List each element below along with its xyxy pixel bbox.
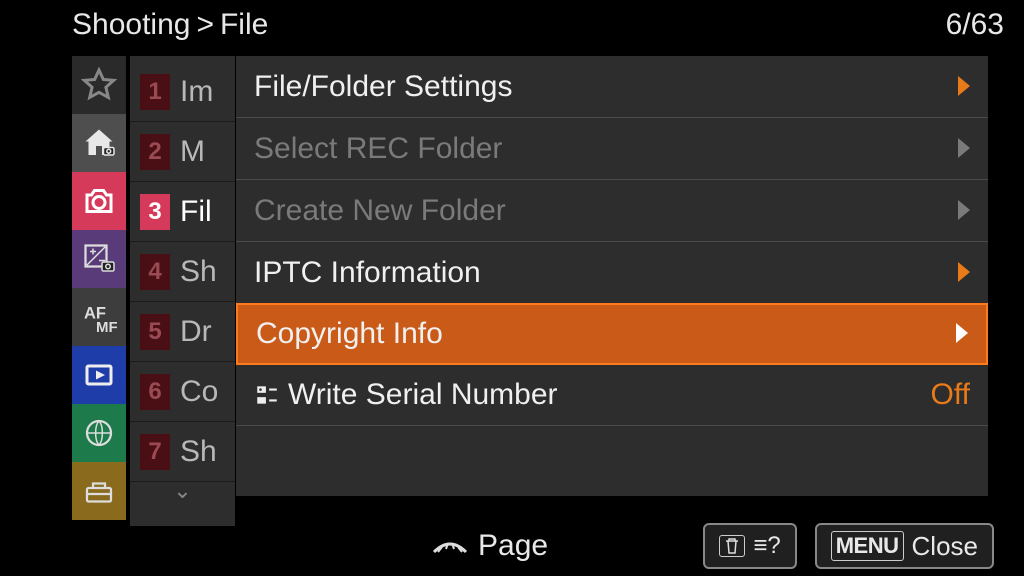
row-label: Write Serial Number xyxy=(288,378,558,412)
row-copyright-info[interactable]: Copyright Info xyxy=(236,303,988,365)
breadcrumb-leaf: File xyxy=(220,8,268,42)
breadcrumb-root: Shooting xyxy=(72,8,190,42)
icon-rail: AFMF xyxy=(72,56,126,520)
chevron-right-icon xyxy=(958,132,970,166)
chevron-down-icon: ⌄ xyxy=(130,478,235,504)
chevron-right-icon xyxy=(958,70,970,104)
row-label: Create New Folder xyxy=(254,194,506,228)
network-icon xyxy=(81,415,117,451)
tab-network[interactable] xyxy=(72,404,126,462)
tab-shooting[interactable] xyxy=(72,172,126,230)
settings-list: File/Folder Settings Select REC Folder C… xyxy=(236,56,988,496)
menu-icon: MENU xyxy=(831,531,904,561)
chevron-right-icon xyxy=(956,317,968,351)
tab-favorites[interactable] xyxy=(72,56,126,114)
home-icon xyxy=(81,125,117,161)
serial-icon xyxy=(254,382,280,408)
page-control[interactable]: Page xyxy=(430,529,548,563)
exposure-icon xyxy=(81,241,117,277)
wheel-icon xyxy=(430,534,470,558)
sub-page-list: 1Im 2M 3Fil 4Sh 5Dr 6Co 7Sh ⌄ xyxy=(130,56,235,526)
svg-text:MF: MF xyxy=(96,319,117,335)
close-button[interactable]: MENU Close xyxy=(815,523,994,569)
play-icon xyxy=(81,357,117,393)
subpage-5[interactable]: 5Dr xyxy=(130,302,235,362)
subpage-1[interactable]: 1Im xyxy=(130,62,235,122)
row-create-new-folder: Create New Folder xyxy=(236,180,988,242)
afmf-icon: AFMF xyxy=(81,299,117,335)
star-icon xyxy=(81,67,117,103)
row-label: IPTC Information xyxy=(254,256,481,290)
toolbox-icon xyxy=(81,473,117,509)
breadcrumb-sep: > xyxy=(196,8,214,42)
close-label: Close xyxy=(912,531,978,562)
tab-home[interactable] xyxy=(72,114,126,172)
row-file-folder-settings[interactable]: File/Folder Settings xyxy=(236,56,988,118)
row-select-rec-folder: Select REC Folder xyxy=(236,118,988,180)
trash-icon xyxy=(719,535,745,557)
row-iptc-information[interactable]: IPTC Information xyxy=(236,242,988,304)
tab-exposure[interactable] xyxy=(72,230,126,288)
row-label: Select REC Folder xyxy=(254,132,502,166)
subpage-7[interactable]: 7Sh xyxy=(130,422,235,482)
row-write-serial-number[interactable]: Write Serial Number Off xyxy=(236,364,988,426)
help-button[interactable]: ≡? xyxy=(703,523,796,569)
help-icon: ≡? xyxy=(753,532,780,560)
row-value: Off xyxy=(931,378,970,412)
subpage-6[interactable]: 6Co xyxy=(130,362,235,422)
subpage-2[interactable]: 2M xyxy=(130,122,235,182)
breadcrumb-bar: Shooting > File 6/63 xyxy=(0,0,1024,50)
row-label: Copyright Info xyxy=(256,317,443,351)
camera-icon xyxy=(81,183,117,219)
page-label: Page xyxy=(478,529,548,563)
subpage-3[interactable]: 3Fil xyxy=(130,182,235,242)
row-label: File/Folder Settings xyxy=(254,70,512,104)
bottom-bar: Page ≡? MENU Close xyxy=(0,516,1024,576)
subpage-4[interactable]: 4Sh xyxy=(130,242,235,302)
tab-setup[interactable] xyxy=(72,462,126,520)
tab-playback[interactable] xyxy=(72,346,126,404)
breadcrumb: Shooting > File xyxy=(72,8,268,42)
page-counter: 6/63 xyxy=(946,8,1004,42)
tab-focus[interactable]: AFMF xyxy=(72,288,126,346)
chevron-right-icon xyxy=(958,194,970,228)
chevron-right-icon xyxy=(958,256,970,290)
